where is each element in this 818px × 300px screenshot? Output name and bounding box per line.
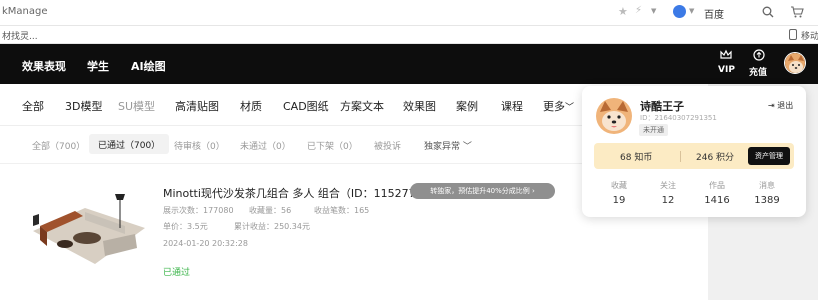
tab-render[interactable]: 效果图	[403, 98, 436, 114]
tab-more[interactable]: 更多﹀	[543, 98, 574, 114]
tab-cad[interactable]: CAD图纸	[283, 98, 329, 114]
user-name: 诗酷王子	[640, 100, 684, 113]
logout-button[interactable]: ⇥ 退出	[768, 100, 793, 111]
earnings-count: 收益笔数：165	[314, 206, 370, 215]
tab-hd-texture[interactable]: 高清贴图	[175, 98, 219, 114]
user-id: ID：21640307291351	[640, 114, 717, 122]
stat-value: 1416	[704, 195, 730, 206]
bookmarks-bar: 材找灵... 移动	[0, 26, 818, 44]
filter-complained[interactable]: 被投诉	[374, 139, 401, 152]
status-label: 已通过	[163, 268, 191, 278]
stat-value: 19	[612, 195, 626, 206]
mobile-icon[interactable]	[789, 29, 797, 40]
filter-pending[interactable]: 待审核（0）	[174, 139, 225, 152]
lightning-icon[interactable]: ⚡	[635, 5, 642, 16]
chevron-down-icon[interactable]: ▼	[689, 7, 694, 15]
stat-following[interactable]: 关注 12	[643, 180, 693, 206]
stat-value: 1389	[754, 195, 780, 206]
views-count: 展示次数：177080	[163, 206, 234, 215]
search-icon[interactable]	[762, 6, 774, 18]
points-balance[interactable]: 246 积分	[696, 150, 734, 163]
tab-case[interactable]: 案例	[456, 98, 478, 114]
filter-exclusive-abnormal[interactable]: 独家异常 ﹀	[424, 139, 472, 152]
browser-address-bar: kManage ★ ⚡ ▼ ▼ 百度	[0, 0, 818, 26]
stat-label: 作品	[709, 181, 725, 190]
zhibi-balance[interactable]: 68 知币	[620, 150, 652, 163]
stat-label: 关注	[660, 181, 676, 190]
membership-badge: 未开通	[639, 124, 668, 136]
filter-approved[interactable]: 已通过（700）	[89, 134, 170, 154]
tab-su-model[interactable]: SU模型	[118, 98, 155, 114]
tab-material[interactable]: 材质	[240, 98, 262, 114]
tab-course[interactable]: 课程	[501, 98, 523, 114]
search-engine-label[interactable]: 百度	[704, 6, 724, 21]
stat-value: 12	[661, 195, 675, 206]
asset-management-button[interactable]: 资产管理	[748, 147, 790, 165]
vip-label[interactable]: VIP	[718, 65, 735, 75]
filter-rejected[interactable]: 未通过（0）	[240, 139, 291, 152]
crown-icon[interactable]	[719, 48, 733, 62]
stat-messages[interactable]: 消息 1389	[742, 180, 792, 206]
stat-label: 收藏	[611, 181, 627, 190]
profile-avatar[interactable]	[596, 98, 632, 134]
bookmark-item[interactable]: 材找灵...	[2, 29, 38, 42]
charge-icon[interactable]	[752, 48, 766, 62]
logout-label: 退出	[777, 101, 794, 110]
coin-bar: 68 知币 246 积分 资产管理	[594, 143, 794, 169]
filter-all[interactable]: 全部（700）	[32, 139, 85, 152]
total-earnings: 累计收益：250.34元	[234, 222, 310, 231]
url-text[interactable]: kManage	[2, 6, 48, 17]
top-navigation: 效果表现 学生 AI绘图 VIP 充值	[0, 44, 818, 84]
chevron-down-icon: ﹀	[462, 142, 472, 152]
search-engine-icon[interactable]	[673, 5, 686, 18]
stat-favorites[interactable]: 收藏 19	[594, 180, 644, 206]
tab-scheme-text[interactable]: 方案文本	[340, 98, 384, 114]
user-profile-popup: 诗酷王子 ID：21640307291351 未开通 ⇥ 退出 68 知币 24…	[582, 86, 806, 217]
user-avatar[interactable]	[784, 52, 806, 74]
filter-removed[interactable]: 已下架（0）	[307, 139, 358, 152]
bookmark-mobile[interactable]: 移动	[801, 29, 818, 42]
tab-3d-model[interactable]: 3D模型	[65, 98, 102, 114]
nav-student[interactable]: 学生	[87, 58, 109, 74]
tab-all[interactable]: 全部	[22, 98, 44, 114]
nav-effect[interactable]: 效果表现	[22, 58, 66, 74]
stat-works[interactable]: 作品 1416	[692, 180, 742, 206]
upload-date: 2024-01-20 20:32:28	[163, 239, 248, 248]
unit-price: 单价：3.5元	[163, 222, 208, 231]
tab-more-label: 更多	[543, 100, 565, 113]
exclusive-promo-button[interactable]: 转独家，预估提升40%分成比例 ›	[410, 183, 555, 199]
chevron-down-icon[interactable]: ▼	[651, 7, 656, 15]
stat-label: 消息	[759, 181, 775, 190]
divider	[680, 151, 681, 162]
nav-ai-drawing[interactable]: AI绘图	[131, 58, 166, 74]
product-thumbnail[interactable]	[25, 186, 150, 276]
chevron-down-icon: ﹀	[565, 103, 575, 113]
filter-exclusive-label: 独家异常	[424, 142, 461, 152]
cart-icon[interactable]	[790, 6, 804, 18]
star-icon[interactable]: ★	[618, 5, 628, 18]
logout-icon: ⇥	[768, 101, 775, 110]
favorites-count: 收藏量：56	[249, 206, 292, 215]
charge-label[interactable]: 充值	[749, 65, 767, 78]
